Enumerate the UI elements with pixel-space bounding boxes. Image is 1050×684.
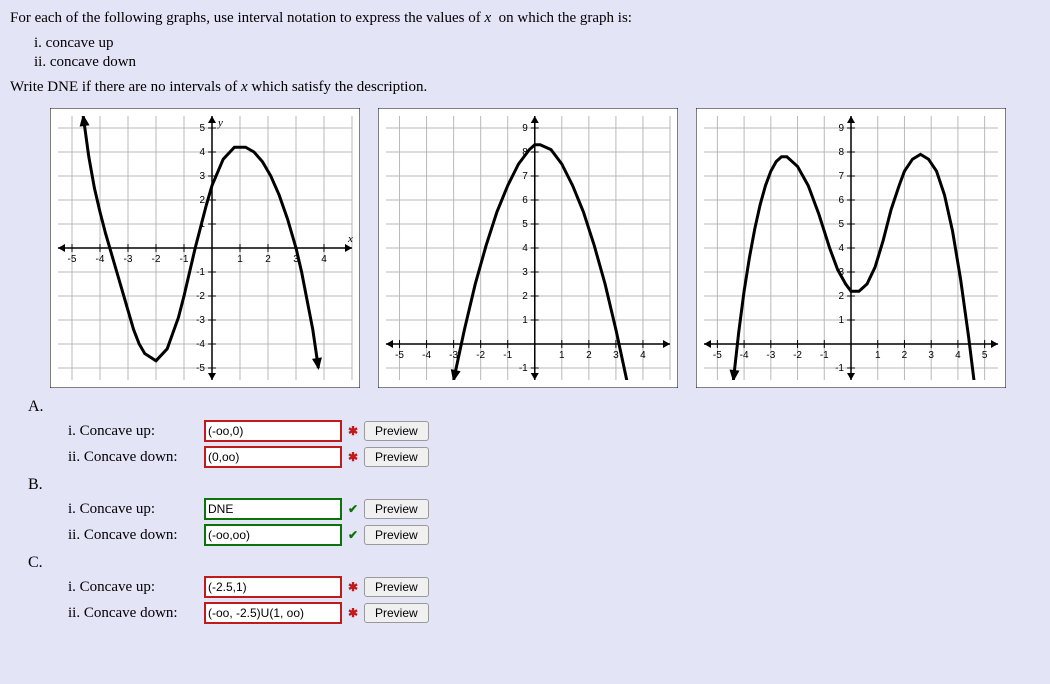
row-a-ii: ii. Concave down: ✱ Preview [68,446,1040,468]
svg-text:2: 2 [838,291,844,302]
svg-text:1: 1 [875,350,881,361]
row-label: i. Concave up: [68,501,198,518]
chart-a: -5-4-3-2-11234-5-4-3-2-112345xy [50,108,360,388]
chart-c: -5-4-3-2-112345-1123456789 [696,108,1006,388]
part-c-label: C. [28,554,1040,572]
row-c-ii: ii. Concave down: ✱ Preview [68,602,1040,624]
row-label: ii. Concave down: [68,527,198,544]
svg-text:3: 3 [613,350,619,361]
preview-button[interactable]: Preview [364,525,429,545]
svg-text:-4: -4 [740,350,749,361]
mark-wrong-icon: ✱ [348,450,358,464]
preview-button[interactable]: Preview [364,499,429,519]
svg-text:2: 2 [522,291,528,302]
svg-text:2: 2 [265,254,271,265]
svg-text:-4: -4 [196,339,205,350]
svg-text:2: 2 [902,350,908,361]
svg-text:-2: -2 [476,350,485,361]
svg-text:1: 1 [522,315,528,326]
mark-wrong-icon: ✱ [348,424,358,438]
preview-button[interactable]: Preview [364,577,429,597]
row-label: i. Concave up: [68,579,198,596]
subprompt-ii: ii. concave down [34,54,1040,71]
mark-wrong-icon: ✱ [348,606,358,620]
svg-text:-5: -5 [713,350,722,361]
svg-text:-5: -5 [395,350,404,361]
preview-button[interactable]: Preview [364,603,429,623]
mark-right-icon: ✔ [348,528,358,542]
svg-text:7: 7 [838,171,844,182]
svg-text:2: 2 [586,350,592,361]
subprompt-i: i. concave up [34,35,1040,52]
svg-text:4: 4 [321,254,327,265]
svg-text:1: 1 [559,350,565,361]
row-c-i: i. Concave up: ✱ Preview [68,576,1040,598]
svg-text:-5: -5 [196,363,205,374]
mark-wrong-icon: ✱ [348,580,358,594]
svg-text:8: 8 [838,147,844,158]
svg-text:3: 3 [928,350,934,361]
svg-text:4: 4 [199,147,205,158]
svg-text:4: 4 [955,350,961,361]
answer-input-b-ii[interactable] [204,524,342,546]
svg-text:-3: -3 [766,350,775,361]
answer-input-b-i[interactable] [204,498,342,520]
row-b-i: i. Concave up: ✔ Preview [68,498,1040,520]
svg-text:-1: -1 [835,363,844,374]
svg-text:3: 3 [522,267,528,278]
svg-text:5: 5 [199,123,205,134]
svg-text:-5: -5 [68,254,77,265]
answer-input-a-ii[interactable] [204,446,342,468]
svg-text:y: y [217,117,223,129]
part-b-label: B. [28,476,1040,494]
svg-text:9: 9 [838,123,844,134]
svg-text:x: x [347,233,353,245]
answer-input-a-i[interactable] [204,420,342,442]
svg-text:5: 5 [838,219,844,230]
svg-text:1: 1 [838,315,844,326]
svg-text:4: 4 [838,243,844,254]
svg-text:-1: -1 [519,363,528,374]
svg-text:-1: -1 [196,267,205,278]
row-b-ii: ii. Concave down: ✔ Preview [68,524,1040,546]
row-label: ii. Concave down: [68,449,198,466]
svg-text:-4: -4 [96,254,105,265]
question-prompt: For each of the following graphs, use in… [10,10,1040,27]
svg-text:-1: -1 [820,350,829,361]
svg-text:-3: -3 [124,254,133,265]
row-label: ii. Concave down: [68,605,198,622]
svg-text:3: 3 [199,171,205,182]
svg-text:9: 9 [522,123,528,134]
svg-text:-2: -2 [793,350,802,361]
svg-text:-3: -3 [196,315,205,326]
svg-text:5: 5 [522,219,528,230]
row-label: i. Concave up: [68,423,198,440]
row-a-i: i. Concave up: ✱ Preview [68,420,1040,442]
svg-text:1: 1 [237,254,243,265]
answer-input-c-ii[interactable] [204,602,342,624]
mark-right-icon: ✔ [348,502,358,516]
svg-text:5: 5 [982,350,988,361]
svg-text:4: 4 [640,350,646,361]
svg-text:-2: -2 [196,291,205,302]
svg-text:-1: -1 [180,254,189,265]
svg-text:4: 4 [522,243,528,254]
preview-button[interactable]: Preview [364,421,429,441]
svg-text:6: 6 [838,195,844,206]
svg-text:2: 2 [199,195,205,206]
svg-text:-2: -2 [152,254,161,265]
chart-b: -5-4-3-2-11234-1123456789 [378,108,678,388]
subprompt-list: i. concave up ii. concave down [34,35,1040,71]
svg-text:6: 6 [522,195,528,206]
svg-text:-1: -1 [503,350,512,361]
svg-text:-4: -4 [422,350,431,361]
svg-text:7: 7 [522,171,528,182]
dne-instruction: Write DNE if there are no intervals of x… [10,79,1040,96]
preview-button[interactable]: Preview [364,447,429,467]
charts-row: -5 -4 -3 -2 -1 1 2 3 4 -5 -4 -3 -2 -1 1 2 3 4 5 x y -5 -4 -3 -2… [50,108,1040,388]
answer-input-c-i[interactable] [204,576,342,598]
part-a-label: A. [28,398,1040,416]
